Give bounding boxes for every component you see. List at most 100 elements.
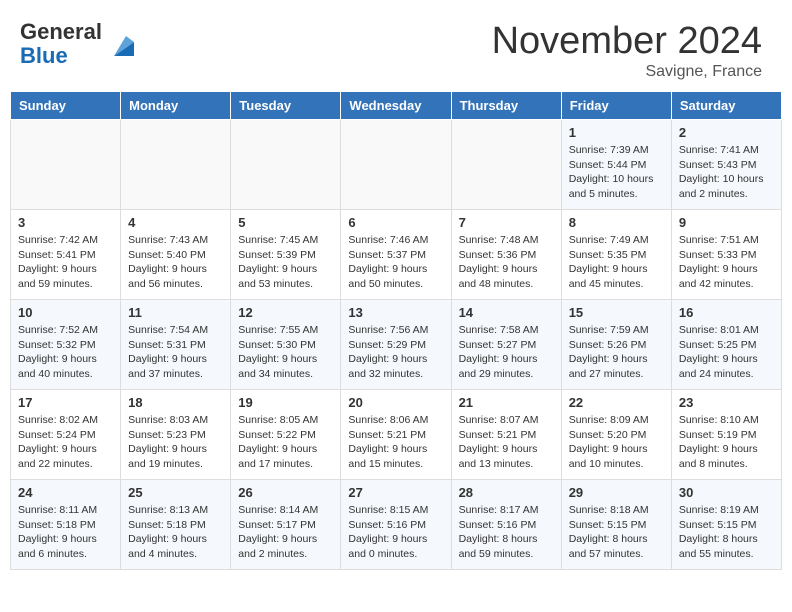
calendar-table: Sunday Monday Tuesday Wednesday Thursday… — [10, 91, 782, 570]
col-monday: Monday — [121, 92, 231, 120]
calendar-cell — [341, 120, 451, 210]
calendar-cell: 4Sunrise: 7:43 AM Sunset: 5:40 PM Daylig… — [121, 210, 231, 300]
calendar-cell — [231, 120, 341, 210]
day-number: 3 — [18, 215, 113, 230]
calendar-row: 10 Sunrise: 7:52 AM Sunset: 5:32 PM Dayli… — [11, 300, 782, 390]
calendar-cell: 5 Sunrise: 7:45 AM Sunset: 5:39 PM Daylig… — [231, 210, 341, 300]
logo-general: General — [20, 19, 102, 44]
calendar-cell: 21 Sunrise: 8:07 AM Sunset: 5:21 PM Dayli… — [451, 390, 561, 480]
calendar-cell: 26 Sunrise: 8:14 AM Sunset: 5:17 PM Dayli… — [231, 480, 341, 570]
day-number: 9 — [679, 215, 774, 230]
calendar-cell: 8 Sunrise: 7:49 AM Sunset: 5:35 PM Daylig… — [561, 210, 671, 300]
calendar-cell: 23Sunrise: 8:10 AM Sunset: 5:19 PM Dayli… — [671, 390, 781, 480]
day-info: Sunrise: 7:43 AM Sunset: 5:40 PM Dayligh… — [128, 233, 223, 292]
day-number: 27 — [348, 485, 443, 500]
calendar-cell: 12 Sunrise: 7:55 AM Sunset: 5:30 PM Dayli… — [231, 300, 341, 390]
day-number: 10 — [18, 305, 113, 320]
col-tuesday: Tuesday — [231, 92, 341, 120]
logo-text: General Blue — [20, 20, 102, 68]
day-info: Sunrise: 8:09 AM Sunset: 5:20 PM Dayligh… — [569, 413, 664, 472]
col-wednesday: Wednesday — [341, 92, 451, 120]
day-info: Sunrise: 7:42 AM Sunset: 5:41 PM Dayligh… — [18, 233, 113, 292]
day-info: Sunrise: 7:56 AM Sunset: 5:29 PM Dayligh… — [348, 323, 443, 382]
calendar-cell: 1 Sunrise: 7:39 AM Sunset: 5:44 PM Daylig… — [561, 120, 671, 210]
calendar-cell: 18Sunrise: 8:03 AM Sunset: 5:23 PM Dayli… — [121, 390, 231, 480]
calendar-cell: 22 Sunrise: 8:09 AM Sunset: 5:20 PM Dayli… — [561, 390, 671, 480]
day-info: Sunrise: 7:51 AM Sunset: 5:33 PM Dayligh… — [679, 233, 774, 292]
day-number: 16 — [679, 305, 774, 320]
calendar-cell: 11 Sunrise: 7:54 AM Sunset: 5:31 PM Dayli… — [121, 300, 231, 390]
calendar-cell: 24Sunrise: 8:11 AM Sunset: 5:18 PM Dayli… — [11, 480, 121, 570]
day-number: 28 — [459, 485, 554, 500]
day-info: Sunrise: 7:55 AM Sunset: 5:30 PM Dayligh… — [238, 323, 333, 382]
calendar-cell: 3 Sunrise: 7:42 AM Sunset: 5:41 PM Daylig… — [11, 210, 121, 300]
day-info: Sunrise: 8:07 AM Sunset: 5:21 PM Dayligh… — [459, 413, 554, 472]
day-number: 8 — [569, 215, 664, 230]
day-number: 26 — [238, 485, 333, 500]
calendar-cell: 6Sunrise: 7:46 AM Sunset: 5:37 PM Daylig… — [341, 210, 451, 300]
calendar-cell: 27 Sunrise: 8:15 AM Sunset: 5:16 PM Dayli… — [341, 480, 451, 570]
day-info: Sunrise: 7:41 AM Sunset: 5:43 PM Dayligh… — [679, 143, 774, 202]
day-number: 14 — [459, 305, 554, 320]
day-info: Sunrise: 7:49 AM Sunset: 5:35 PM Dayligh… — [569, 233, 664, 292]
calendar-cell — [121, 120, 231, 210]
day-info: Sunrise: 7:58 AM Sunset: 5:27 PM Dayligh… — [459, 323, 554, 382]
day-number: 12 — [238, 305, 333, 320]
day-number: 19 — [238, 395, 333, 410]
day-number: 22 — [569, 395, 664, 410]
day-info: Sunrise: 8:14 AM Sunset: 5:17 PM Dayligh… — [238, 503, 333, 562]
calendar-cell: 7Sunrise: 7:48 AM Sunset: 5:36 PM Daylig… — [451, 210, 561, 300]
day-number: 21 — [459, 395, 554, 410]
day-info: Sunrise: 8:11 AM Sunset: 5:18 PM Dayligh… — [18, 503, 113, 562]
day-info: Sunrise: 7:48 AM Sunset: 5:36 PM Dayligh… — [459, 233, 554, 292]
calendar-cell — [11, 120, 121, 210]
calendar-cell: 29 Sunrise: 8:18 AM Sunset: 5:15 PM Dayli… — [561, 480, 671, 570]
calendar-header: Sunday Monday Tuesday Wednesday Thursday… — [11, 92, 782, 120]
calendar-cell: 14 Sunrise: 7:58 AM Sunset: 5:27 PM Dayli… — [451, 300, 561, 390]
calendar-cell: 30Sunrise: 8:19 AM Sunset: 5:15 PM Dayli… — [671, 480, 781, 570]
calendar-row: 3 Sunrise: 7:42 AM Sunset: 5:41 PM Daylig… — [11, 210, 782, 300]
day-info: Sunrise: 8:01 AM Sunset: 5:25 PM Dayligh… — [679, 323, 774, 382]
col-saturday: Saturday — [671, 92, 781, 120]
day-info: Sunrise: 7:39 AM Sunset: 5:44 PM Dayligh… — [569, 143, 664, 202]
day-info: Sunrise: 8:15 AM Sunset: 5:16 PM Dayligh… — [348, 503, 443, 562]
page-header: General Blue November 2024 Savigne, Fran… — [0, 0, 792, 91]
day-info: Sunrise: 7:59 AM Sunset: 5:26 PM Dayligh… — [569, 323, 664, 382]
calendar-cell: 20 Sunrise: 8:06 AM Sunset: 5:21 PM Dayli… — [341, 390, 451, 480]
calendar-cell: 2Sunrise: 7:41 AM Sunset: 5:43 PM Daylig… — [671, 120, 781, 210]
calendar-row: 24Sunrise: 8:11 AM Sunset: 5:18 PM Dayli… — [11, 480, 782, 570]
day-info: Sunrise: 7:46 AM Sunset: 5:37 PM Dayligh… — [348, 233, 443, 292]
day-number: 18 — [128, 395, 223, 410]
header-row: Sunday Monday Tuesday Wednesday Thursday… — [11, 92, 782, 120]
day-number: 29 — [569, 485, 664, 500]
calendar-cell — [451, 120, 561, 210]
day-info: Sunrise: 8:05 AM Sunset: 5:22 PM Dayligh… — [238, 413, 333, 472]
day-info: Sunrise: 8:10 AM Sunset: 5:19 PM Dayligh… — [679, 413, 774, 472]
day-info: Sunrise: 8:13 AM Sunset: 5:18 PM Dayligh… — [128, 503, 223, 562]
location: Savigne, France — [492, 63, 762, 81]
day-info: Sunrise: 8:06 AM Sunset: 5:21 PM Dayligh… — [348, 413, 443, 472]
day-info: Sunrise: 7:52 AM Sunset: 5:32 PM Dayligh… — [18, 323, 113, 382]
logo-icon — [106, 28, 138, 60]
day-info: Sunrise: 7:54 AM Sunset: 5:31 PM Dayligh… — [128, 323, 223, 382]
day-info: Sunrise: 8:18 AM Sunset: 5:15 PM Dayligh… — [569, 503, 664, 562]
col-thursday: Thursday — [451, 92, 561, 120]
calendar-cell: 9 Sunrise: 7:51 AM Sunset: 5:33 PM Daylig… — [671, 210, 781, 300]
day-number: 1 — [569, 125, 664, 140]
calendar-cell: 28Sunrise: 8:17 AM Sunset: 5:16 PM Dayli… — [451, 480, 561, 570]
calendar-cell: 15Sunrise: 7:59 AM Sunset: 5:26 PM Dayli… — [561, 300, 671, 390]
calendar-cell: 25 Sunrise: 8:13 AM Sunset: 5:18 PM Dayli… — [121, 480, 231, 570]
day-number: 25 — [128, 485, 223, 500]
day-number: 20 — [348, 395, 443, 410]
day-number: 11 — [128, 305, 223, 320]
calendar-cell: 19 Sunrise: 8:05 AM Sunset: 5:22 PM Dayli… — [231, 390, 341, 480]
calendar-row: 1 Sunrise: 7:39 AM Sunset: 5:44 PM Daylig… — [11, 120, 782, 210]
day-info: Sunrise: 8:02 AM Sunset: 5:24 PM Dayligh… — [18, 413, 113, 472]
day-info: Sunrise: 7:45 AM Sunset: 5:39 PM Dayligh… — [238, 233, 333, 292]
calendar-cell: 10 Sunrise: 7:52 AM Sunset: 5:32 PM Dayli… — [11, 300, 121, 390]
day-number: 5 — [238, 215, 333, 230]
day-number: 17 — [18, 395, 113, 410]
col-friday: Friday — [561, 92, 671, 120]
col-sunday: Sunday — [11, 92, 121, 120]
month-title: November 2024 — [492, 20, 762, 63]
